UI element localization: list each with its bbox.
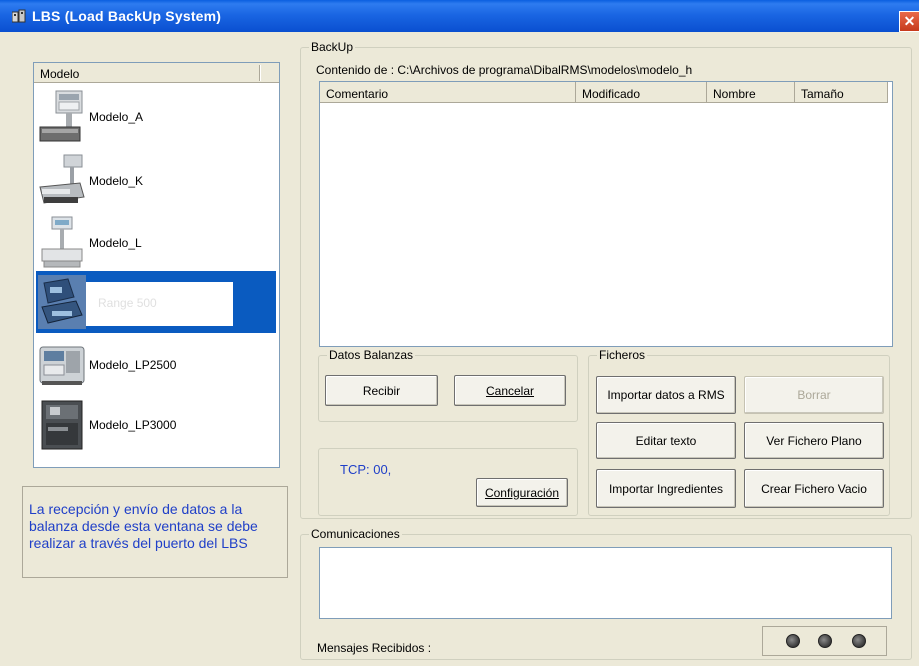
comunicaciones-label: Comunicaciones (309, 527, 402, 541)
scale-a-icon (39, 90, 83, 142)
printer-lp3000-icon (41, 400, 83, 450)
column-header-comentario[interactable]: Comentario (320, 82, 576, 103)
printer-lp2500-icon (39, 346, 85, 385)
model-item-k[interactable]: Modelo_K (36, 149, 276, 211)
model-label: Modelo_L (89, 236, 142, 250)
model-label: Modelo_A (89, 110, 144, 124)
model-list[interactable]: Modelo Modelo_A Modelo_K Modelo_L Range … (33, 62, 280, 468)
datos-balanzas-label: Datos Balanzas (327, 348, 416, 362)
cancelar-button[interactable]: Cancelar (454, 375, 566, 406)
column-separator[interactable] (259, 65, 261, 81)
led-2-icon (818, 634, 832, 648)
close-icon: ✕ (903, 13, 916, 29)
led-1-icon (786, 634, 800, 648)
lbs-window: LBS (Load BackUp System) ✕ Modelo Modelo… (0, 0, 919, 666)
model-label: Modelo_K (89, 174, 144, 188)
editar-texto-button[interactable]: Editar texto (596, 422, 736, 459)
info-text: La recepción y envío de datos a la balan… (29, 501, 258, 551)
column-header-modificado[interactable]: Modificado (576, 82, 707, 103)
crear-fichero-vacio-button[interactable]: Crear Fichero Vacio (744, 469, 884, 508)
tcp-status: TCP: 00, (340, 462, 392, 477)
importar-rms-button[interactable]: Importar datos a RMS (596, 376, 736, 414)
model-label: Modelo_LP3000 (89, 418, 177, 432)
borrar-button[interactable]: Borrar (744, 376, 884, 414)
model-label: Range 500 (98, 296, 157, 310)
column-header-modelo: Modelo (40, 67, 80, 81)
model-item-a[interactable]: Modelo_A (36, 85, 276, 147)
mensajes-recibidos-label: Mensajes Recibidos : (317, 641, 432, 655)
scale-range-icon (38, 275, 86, 329)
led-3-icon (852, 634, 866, 648)
model-label: Modelo_LP2500 (89, 358, 177, 372)
close-button[interactable]: ✕ (899, 11, 919, 32)
importar-ingredientes-button[interactable]: Importar Ingredientes (596, 469, 736, 508)
model-list-header[interactable]: Modelo (34, 63, 279, 83)
app-icon (12, 9, 26, 23)
configuracion-button[interactable]: Configuración (476, 478, 568, 507)
scale-l-icon (41, 216, 83, 268)
messages-area[interactable] (319, 547, 892, 619)
ver-fichero-plano-button[interactable]: Ver Fichero Plano (744, 422, 884, 459)
file-table[interactable]: Comentario Modificado Nombre Tamaño (319, 81, 893, 347)
window-title: LBS (Load BackUp System) (32, 8, 222, 24)
model-item-l[interactable]: Modelo_L (36, 211, 276, 273)
column-header-tamano[interactable]: Tamaño (795, 82, 888, 103)
scale-k-icon (39, 154, 85, 204)
ficheros-label: Ficheros (597, 348, 648, 362)
column-header-nombre[interactable]: Nombre (707, 82, 795, 103)
model-item-lp2500[interactable]: Modelo_LP2500 (36, 333, 276, 395)
title-bar[interactable]: LBS (Load BackUp System) ✕ (0, 0, 919, 32)
recibir-button[interactable]: Recibir (325, 375, 438, 406)
contenido-path: Contenido de : C:\Archivos de programa\D… (316, 63, 693, 77)
model-item-lp3000[interactable]: Modelo_LP3000 (36, 393, 276, 455)
info-box: La recepción y envío de datos a la balan… (22, 486, 288, 578)
status-leds (762, 626, 887, 656)
backup-group-label: BackUp (309, 40, 356, 54)
model-item-range-500[interactable]: Range 500 (36, 271, 276, 333)
